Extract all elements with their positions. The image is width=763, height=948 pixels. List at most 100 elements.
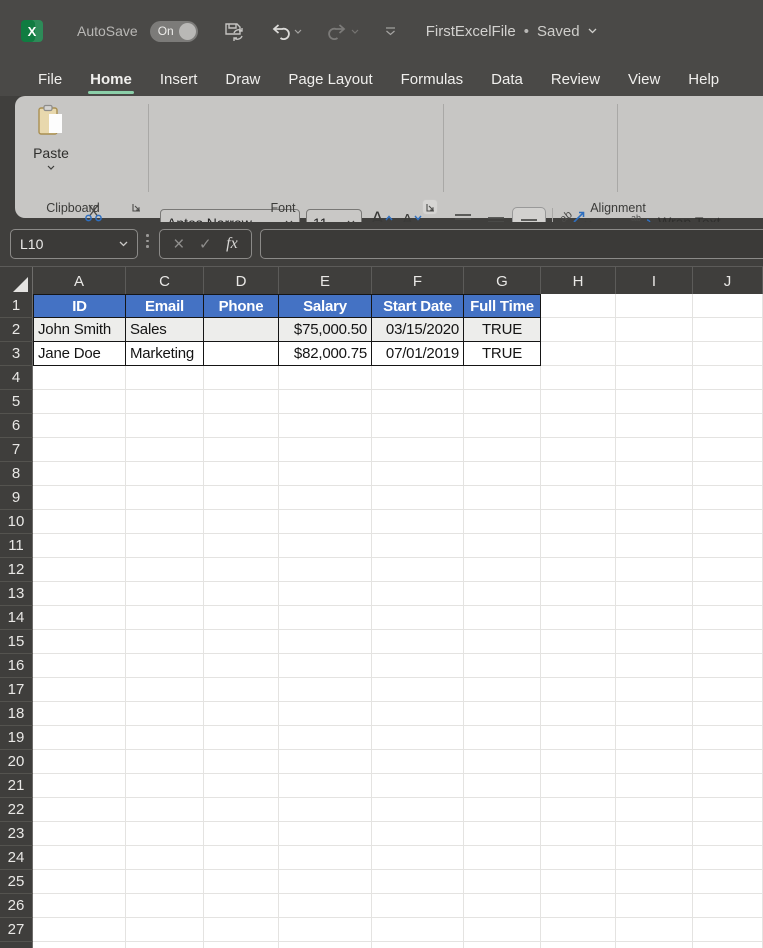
cell-C5[interactable] (126, 390, 204, 414)
cell-D3[interactable] (204, 342, 279, 366)
cell-D19[interactable] (204, 726, 279, 750)
cell-F4[interactable] (372, 366, 464, 390)
cell-G23[interactable] (464, 822, 541, 846)
cell-H18[interactable] (541, 702, 616, 726)
cell-H27[interactable] (541, 918, 616, 942)
cell-E26[interactable] (279, 894, 372, 918)
cell-I2[interactable] (616, 318, 693, 342)
cell-C25[interactable] (126, 870, 204, 894)
insert-function-button[interactable]: fx (226, 235, 238, 253)
cell-D18[interactable] (204, 702, 279, 726)
cell-I11[interactable] (616, 534, 693, 558)
cell-A8[interactable] (33, 462, 126, 486)
cell-J4[interactable] (693, 366, 763, 390)
cell-E18[interactable] (279, 702, 372, 726)
cell-G10[interactable] (464, 510, 541, 534)
cell-G15[interactable] (464, 630, 541, 654)
cell-I27[interactable] (616, 918, 693, 942)
cell-E4[interactable] (279, 366, 372, 390)
tab-help[interactable]: Help (674, 62, 733, 96)
cell-F14[interactable] (372, 606, 464, 630)
cell-A4[interactable] (33, 366, 126, 390)
cell-H15[interactable] (541, 630, 616, 654)
column-header-f[interactable]: F (372, 267, 464, 295)
row-header-9[interactable]: 9 (0, 486, 33, 510)
cell-G27[interactable] (464, 918, 541, 942)
cell-F16[interactable] (372, 654, 464, 678)
cell-C12[interactable] (126, 558, 204, 582)
row-header-16[interactable]: 16 (0, 654, 33, 678)
cell-G21[interactable] (464, 774, 541, 798)
cell-G3[interactable]: TRUE (464, 342, 541, 366)
cell-C19[interactable] (126, 726, 204, 750)
cell-C3[interactable]: Marketing (126, 342, 204, 366)
row-header-7[interactable]: 7 (0, 438, 33, 462)
row-header-8[interactable]: 8 (0, 462, 33, 486)
cell-F17[interactable] (372, 678, 464, 702)
cell-F22[interactable] (372, 798, 464, 822)
cell-J9[interactable] (693, 486, 763, 510)
cell-D13[interactable] (204, 582, 279, 606)
cell-I28[interactable] (616, 942, 693, 948)
cell-J21[interactable] (693, 774, 763, 798)
cell-E20[interactable] (279, 750, 372, 774)
cell-C22[interactable] (126, 798, 204, 822)
cell-J8[interactable] (693, 462, 763, 486)
cell-D8[interactable] (204, 462, 279, 486)
cell-E11[interactable] (279, 534, 372, 558)
cell-E19[interactable] (279, 726, 372, 750)
cell-F26[interactable] (372, 894, 464, 918)
cell-C23[interactable] (126, 822, 204, 846)
cell-D20[interactable] (204, 750, 279, 774)
cell-D16[interactable] (204, 654, 279, 678)
cell-C28[interactable] (126, 942, 204, 948)
cell-G18[interactable] (464, 702, 541, 726)
cell-F12[interactable] (372, 558, 464, 582)
cell-F15[interactable] (372, 630, 464, 654)
cell-C6[interactable] (126, 414, 204, 438)
tab-file[interactable]: File (24, 62, 76, 96)
cell-H7[interactable] (541, 438, 616, 462)
cell-J5[interactable] (693, 390, 763, 414)
cell-C13[interactable] (126, 582, 204, 606)
row-header-11[interactable]: 11 (0, 534, 33, 558)
cell-E22[interactable] (279, 798, 372, 822)
cell-C8[interactable] (126, 462, 204, 486)
cell-A7[interactable] (33, 438, 126, 462)
cell-H16[interactable] (541, 654, 616, 678)
row-header-27[interactable]: 27 (0, 918, 33, 942)
cell-I20[interactable] (616, 750, 693, 774)
cell-F13[interactable] (372, 582, 464, 606)
cell-D5[interactable] (204, 390, 279, 414)
cell-H25[interactable] (541, 870, 616, 894)
cell-G16[interactable] (464, 654, 541, 678)
cell-C16[interactable] (126, 654, 204, 678)
cell-I17[interactable] (616, 678, 693, 702)
cell-A16[interactable] (33, 654, 126, 678)
cell-E3[interactable]: $82,000.75 (279, 342, 372, 366)
tab-review[interactable]: Review (537, 62, 614, 96)
cell-G24[interactable] (464, 846, 541, 870)
formula-bar-grip-icon[interactable] (146, 234, 149, 248)
cell-F6[interactable] (372, 414, 464, 438)
cell-A24[interactable] (33, 846, 126, 870)
cell-F3[interactable]: 07/01/2019 (372, 342, 464, 366)
cell-D14[interactable] (204, 606, 279, 630)
autosave-toggle[interactable]: On (150, 21, 198, 42)
cell-G7[interactable] (464, 438, 541, 462)
cell-A11[interactable] (33, 534, 126, 558)
cell-J10[interactable] (693, 510, 763, 534)
cell-F23[interactable] (372, 822, 464, 846)
cell-J3[interactable] (693, 342, 763, 366)
row-header-21[interactable]: 21 (0, 774, 33, 798)
cell-G17[interactable] (464, 678, 541, 702)
tab-insert[interactable]: Insert (146, 62, 212, 96)
cell-J1[interactable] (693, 294, 763, 318)
cell-G6[interactable] (464, 414, 541, 438)
tab-draw[interactable]: Draw (211, 62, 274, 96)
cell-H10[interactable] (541, 510, 616, 534)
cell-F25[interactable] (372, 870, 464, 894)
cell-E21[interactable] (279, 774, 372, 798)
cell-E1[interactable]: Salary (279, 294, 372, 318)
cell-F18[interactable] (372, 702, 464, 726)
